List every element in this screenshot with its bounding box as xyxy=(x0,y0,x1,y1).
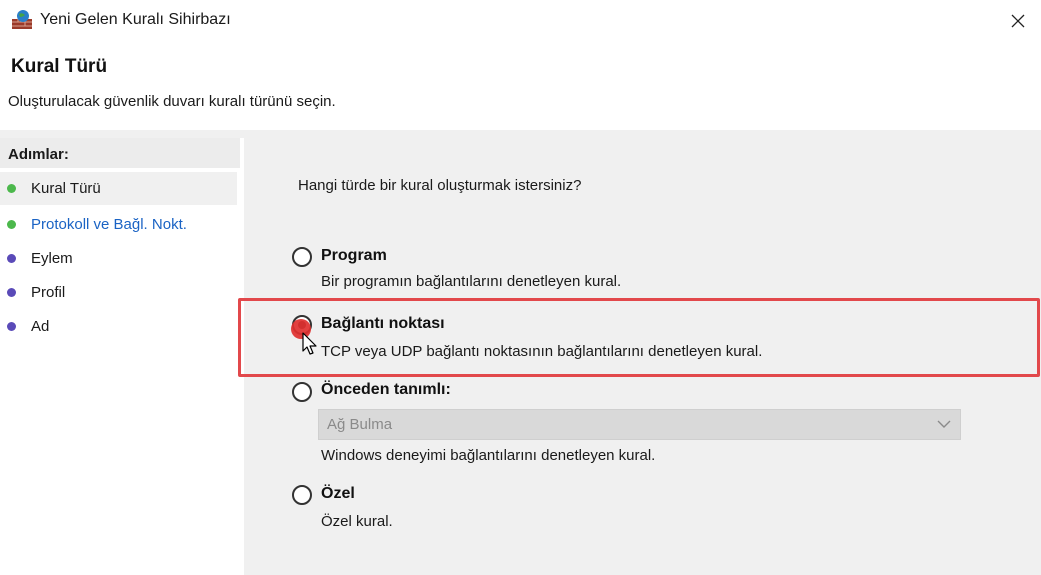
predefined-description: Windows deneyimi bağlantılarını denetley… xyxy=(321,447,656,464)
step-label: Kural Türü xyxy=(31,180,101,197)
mouse-cursor-icon xyxy=(302,332,317,355)
step-protocol-ports[interactable]: Protokoll ve Bağl. Nokt. xyxy=(0,208,237,241)
close-button[interactable] xyxy=(995,0,1041,42)
step-status-icon xyxy=(7,220,16,229)
predefined-dropdown[interactable]: Ağ Bulma xyxy=(318,409,961,440)
custom-description: Özel kural. xyxy=(321,513,393,530)
step-profile: Profil xyxy=(0,276,237,309)
rule-type-panel: Hangi türde bir kural oluşturmak istersi… xyxy=(238,138,1041,575)
step-name: Ad xyxy=(0,310,237,343)
step-status-icon xyxy=(7,184,16,193)
program-description: Bir programın bağlantılarını denetleyen … xyxy=(321,273,622,290)
highlight-annotation xyxy=(238,298,1040,377)
custom-label[interactable]: Özel xyxy=(321,485,355,503)
title-bar: Yeni Gelen Kuralı Sihirbazı xyxy=(0,0,1041,42)
program-label[interactable]: Program xyxy=(321,247,387,265)
chevron-down-icon xyxy=(937,420,951,428)
step-label: Profil xyxy=(31,284,66,301)
step-status-icon xyxy=(7,322,16,331)
program-radio[interactable] xyxy=(292,247,312,267)
steps-panel: Adımlar: Kural Türü Protokoll ve Bağl. N… xyxy=(0,138,240,575)
close-icon xyxy=(1011,14,1025,28)
dropdown-value: Ağ Bulma xyxy=(327,416,393,433)
step-status-icon xyxy=(7,254,16,263)
step-rule-type: Kural Türü xyxy=(0,172,237,205)
predefined-radio[interactable] xyxy=(292,382,312,402)
rule-type-question: Hangi türde bir kural oluşturmak istersi… xyxy=(298,177,582,194)
step-label: Ad xyxy=(31,318,50,335)
step-label: Eylem xyxy=(31,250,73,267)
step-action: Eylem xyxy=(0,242,237,275)
page-description: Oluşturulacak güvenlik duvarı kuralı tür… xyxy=(8,93,336,110)
page-title: Kural Türü xyxy=(11,56,108,77)
step-label[interactable]: Protokoll ve Bağl. Nokt. xyxy=(31,216,187,233)
predefined-label[interactable]: Önceden tanımlı: xyxy=(321,381,451,399)
firewall-icon xyxy=(10,8,34,32)
window-title: Yeni Gelen Kuralı Sihirbazı xyxy=(40,11,231,28)
steps-title: Adımlar: xyxy=(0,138,240,168)
header-separator xyxy=(0,130,1041,138)
custom-radio[interactable] xyxy=(292,485,312,505)
step-status-icon xyxy=(7,288,16,297)
